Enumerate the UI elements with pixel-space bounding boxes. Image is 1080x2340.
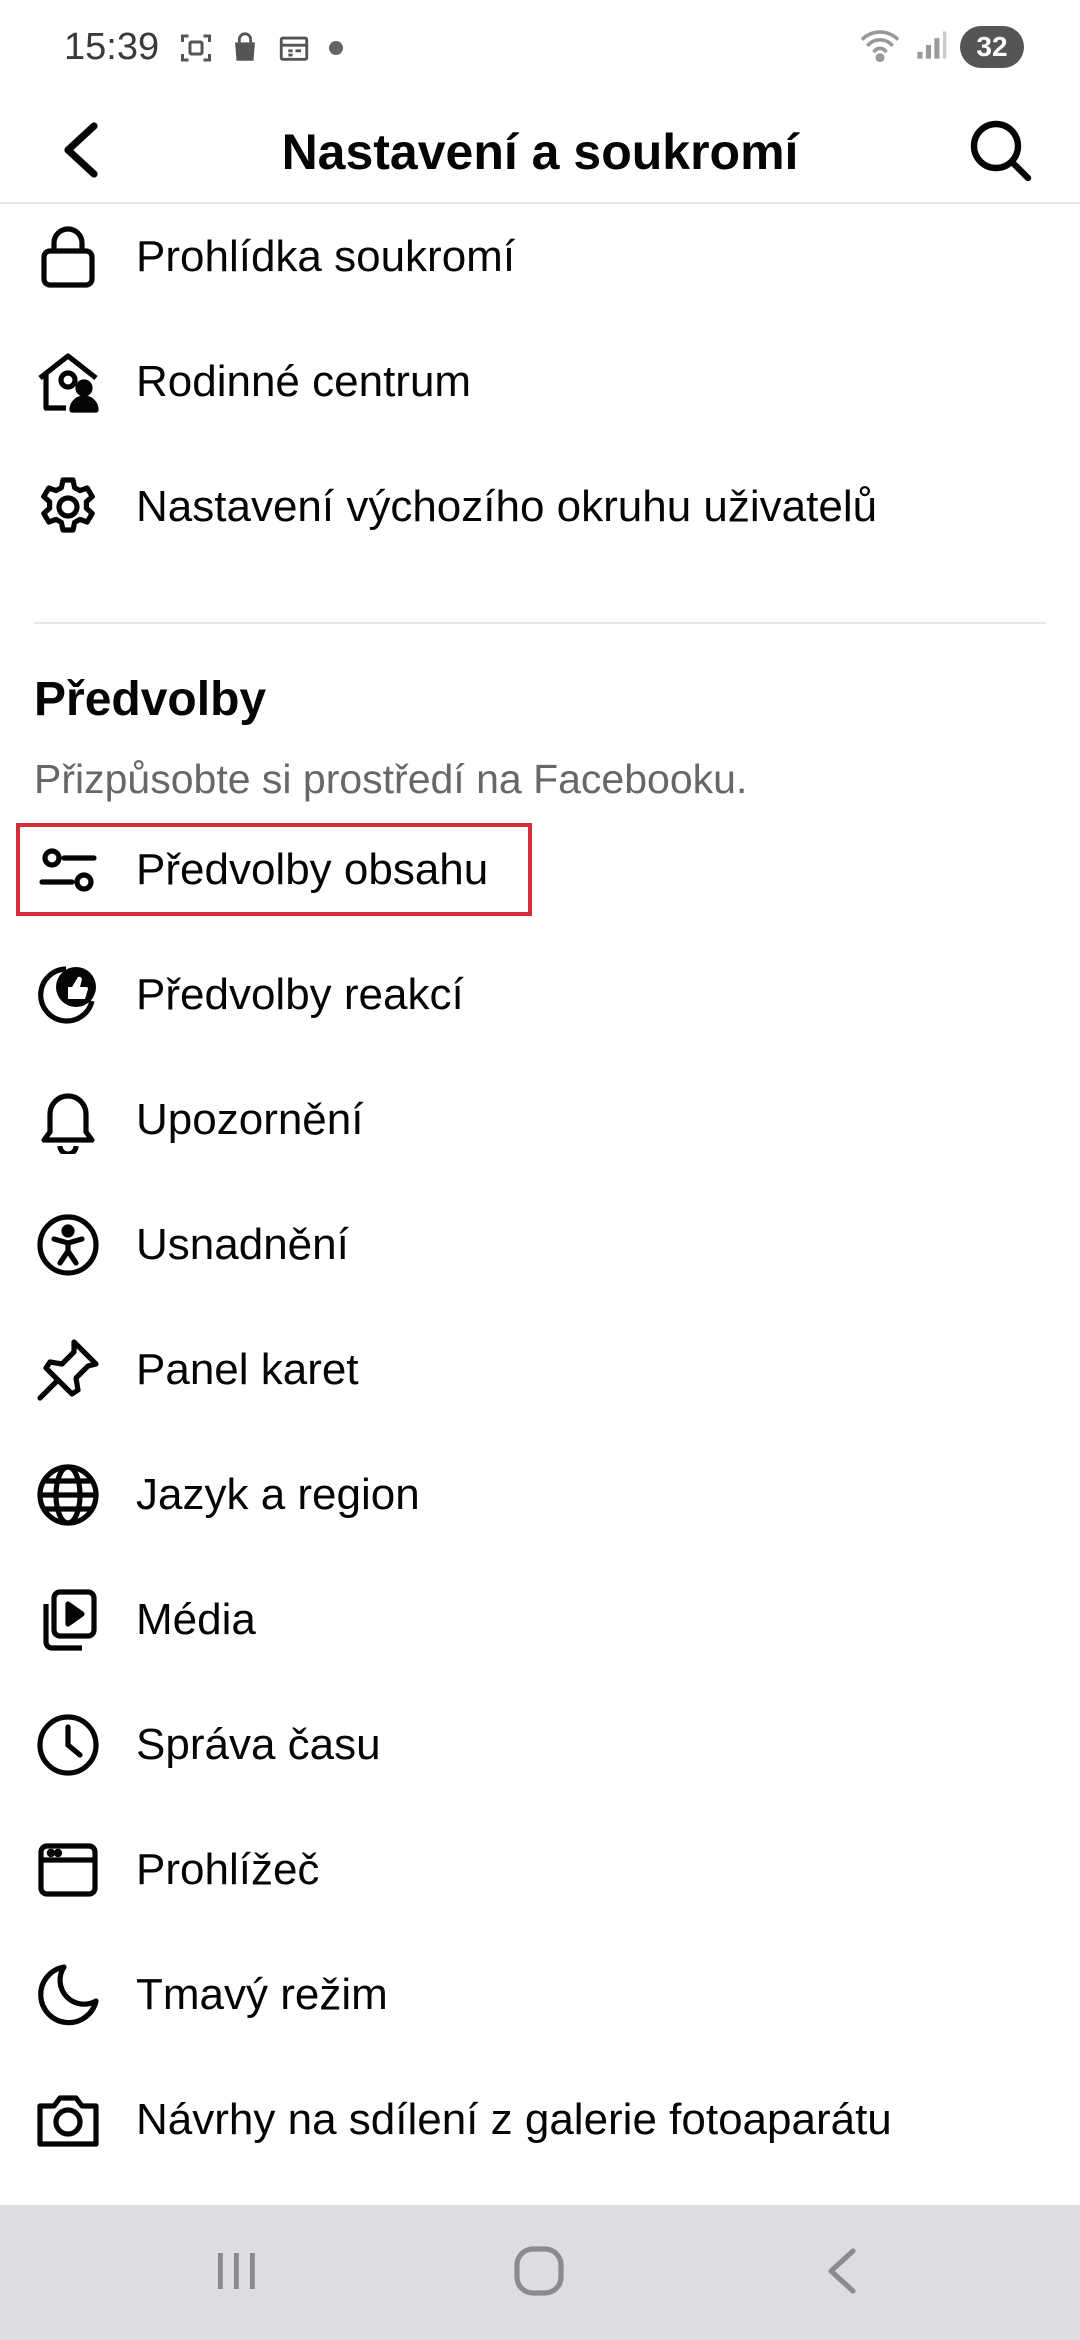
menu-item-label: Návrhy na sdílení z galerie fotoaparátu <box>136 2094 892 2144</box>
shopping-bag-icon <box>228 31 262 70</box>
lock-icon <box>32 221 104 293</box>
menu-item-tab-bar[interactable]: Panel karet <box>0 1307 1080 1432</box>
app-bar: Nastavení a soukromí <box>0 100 1080 204</box>
system-back-button[interactable] <box>796 2235 886 2311</box>
battery-indicator: 32 <box>960 26 1024 68</box>
search-button[interactable] <box>958 110 1042 194</box>
section-subtitle: Přizpůsobte si prostředí na Facebooku. <box>34 756 748 802</box>
status-bar: 15:39 32 <box>0 0 1080 100</box>
reaction-like-icon <box>32 959 104 1031</box>
status-time: 15:39 <box>64 26 160 68</box>
home-icon <box>513 2245 565 2302</box>
pin-icon <box>32 1334 104 1406</box>
browser-icon <box>32 1834 104 1906</box>
moon-icon <box>32 1959 104 2031</box>
section-title-preferences: Předvolby <box>34 673 267 726</box>
menu-item-label: Prohlížeč <box>136 1844 320 1894</box>
menu-item-label: Správa času <box>136 1719 381 1769</box>
menu-item-dark-mode[interactable]: Tmavý režim <box>0 1932 1080 2057</box>
menu-item-default-audience[interactable]: Nastavení výchozího okruhu uživatelů <box>0 444 1080 569</box>
recent-apps-icon <box>214 2249 260 2298</box>
signal-icon <box>914 28 948 67</box>
menu-item-camera-roll-suggestions[interactable]: Návrhy na sdílení z galerie fotoaparátu <box>0 2057 1080 2182</box>
clock-icon <box>32 1709 104 1781</box>
bell-icon <box>32 1084 104 1156</box>
menu-item-label: Panel karet <box>136 1344 359 1394</box>
media-play-icon <box>32 1584 104 1656</box>
wifi-icon <box>858 27 902 68</box>
recent-apps-button[interactable] <box>192 2235 282 2311</box>
menu-item-time-management[interactable]: Správa času <box>0 1682 1080 1807</box>
accessibility-icon <box>32 1209 104 1281</box>
menu-item-label: Rodinné centrum <box>136 356 472 406</box>
highlight-box <box>16 823 532 916</box>
menu-item-reaction-preferences[interactable]: Předvolby reakcí <box>0 932 1080 1057</box>
menu-item-accessibility[interactable]: Usnadnění <box>0 1182 1080 1307</box>
menu-item-notifications[interactable]: Upozornění <box>0 1057 1080 1182</box>
system-nav-bar <box>0 2205 1080 2340</box>
menu-item-label: Usnadnění <box>136 1219 349 1269</box>
menu-item-language-region[interactable]: Jazyk a region <box>0 1432 1080 1557</box>
page-title: Nastavení a soukromí <box>281 124 799 180</box>
screenshot-icon <box>178 30 214 71</box>
menu-item-label: Prohlídka soukromí <box>136 231 516 281</box>
menu-item-label: Předvolby reakcí <box>136 969 464 1019</box>
section-divider <box>34 622 1046 624</box>
menu-item-label: Nastavení výchozího okruhu uživatelů <box>136 481 878 531</box>
calendar-icon <box>276 31 312 70</box>
notification-dot-icon <box>326 38 346 63</box>
search-icon <box>968 118 1032 187</box>
menu-item-family-center[interactable]: Rodinné centrum <box>0 319 1080 444</box>
globe-icon <box>32 1459 104 1531</box>
menu-item-label: Jazyk a region <box>136 1469 420 1519</box>
menu-item-privacy-checkup[interactable]: Prohlídka soukromí <box>0 194 1080 319</box>
family-center-icon <box>32 346 104 418</box>
gear-icon <box>32 471 104 543</box>
menu-item-browser[interactable]: Prohlížeč <box>0 1807 1080 1932</box>
menu-item-media[interactable]: Média <box>0 1557 1080 1682</box>
back-chevron-icon <box>823 2245 859 2302</box>
home-button[interactable] <box>494 2235 584 2311</box>
menu-item-label: Tmavý režim <box>136 1969 388 2019</box>
menu-item-label: Upozornění <box>136 1094 364 1144</box>
menu-item-label: Média <box>136 1594 256 1644</box>
camera-icon <box>32 2084 104 2156</box>
